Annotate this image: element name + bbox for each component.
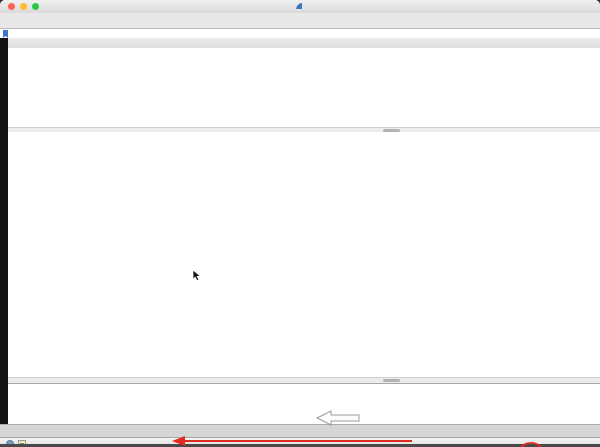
packet-details-pane xyxy=(0,132,600,377)
title-bar xyxy=(0,0,600,14)
scroll-thumb[interactable] xyxy=(383,379,400,382)
window-title xyxy=(0,0,600,13)
wireshark-icon xyxy=(295,2,303,10)
packet-list xyxy=(0,48,600,127)
main-toolbar xyxy=(0,13,600,29)
hex-tab-bar xyxy=(0,424,600,438)
filter-bookmark-icon[interactable] xyxy=(2,30,10,38)
hex-dump-pane xyxy=(0,383,600,425)
wireshark-window xyxy=(0,0,600,447)
left-edge-strip xyxy=(0,38,8,424)
